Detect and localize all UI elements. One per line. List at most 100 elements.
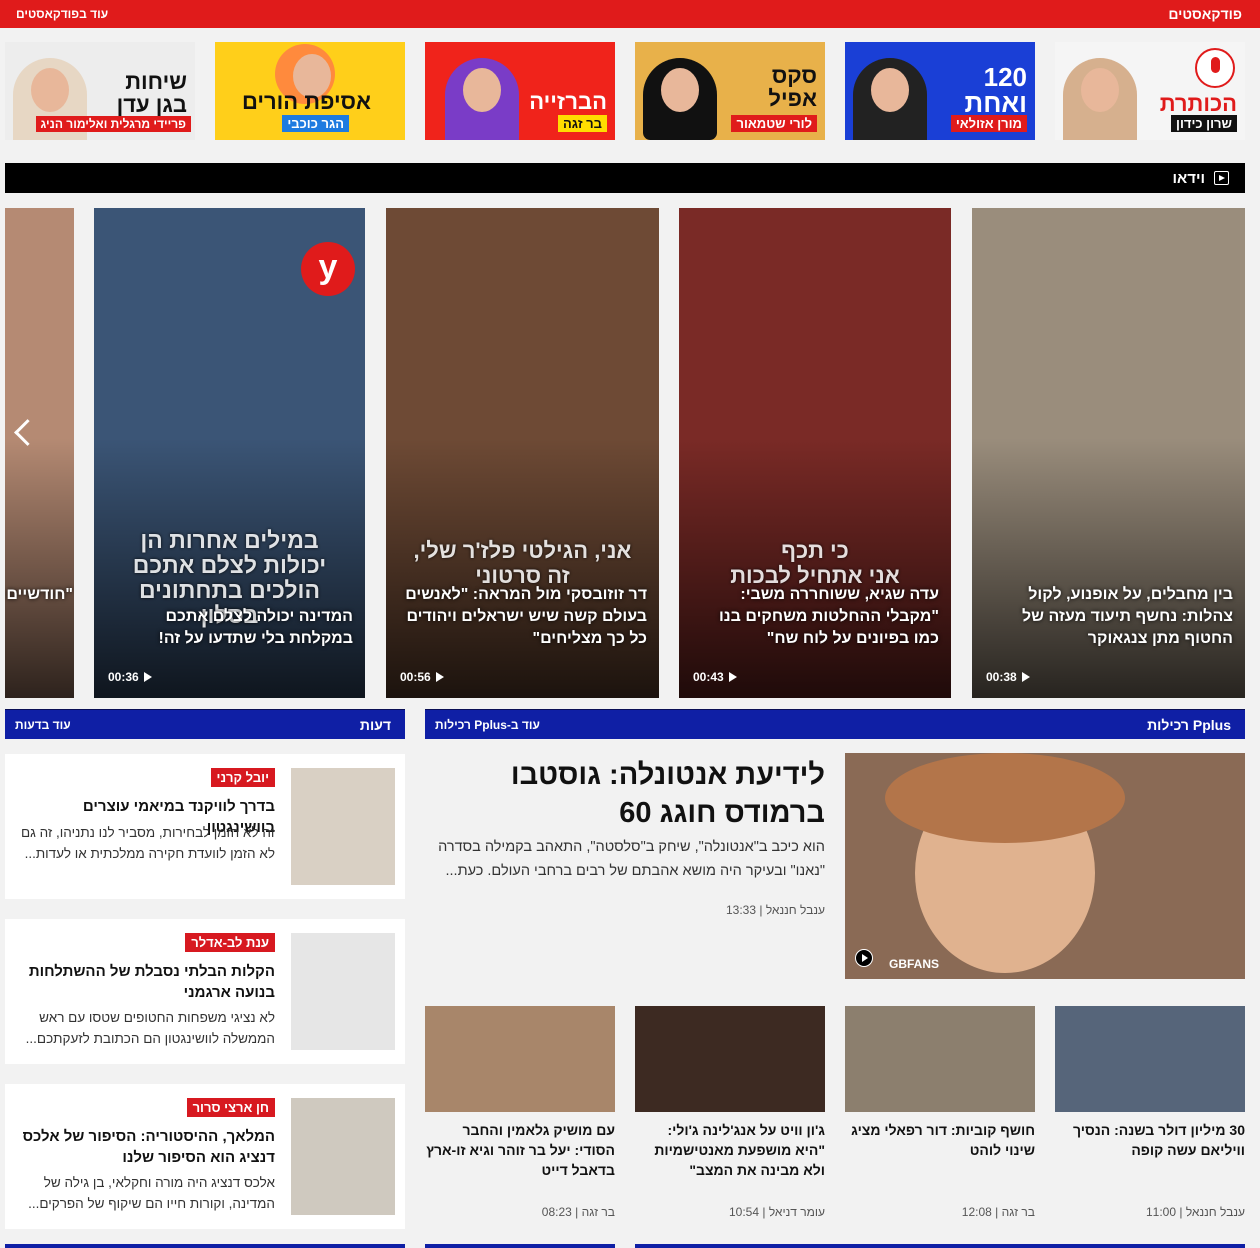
video-caption: בין מחבלים, על אופנוע, לקול צהלות: נחשף …	[1022, 586, 1233, 647]
opinion-excerpt: זה לא הזמן לבחירות, מסביר לנו נתניהו, זה…	[21, 825, 275, 861]
author-badge[interactable]: חן ארצי סרור	[186, 1098, 275, 1117]
podcast-host: שרון כידון	[1171, 115, 1237, 132]
main-story-title[interactable]: לידיעת אנטונלה: גוסטבו ברמודס חוגג 60	[425, 756, 825, 832]
video-duration: 00:38	[986, 670, 1030, 684]
gossip-image	[425, 1006, 615, 1112]
podcasts-title[interactable]: פודקאסטים	[1168, 6, 1242, 22]
gossip-meta: בר זגה | 08:23	[541, 1205, 615, 1219]
opinion-excerpt: לא נציגי משפחות החטופים שטסו עם ראש הממש…	[25, 1010, 275, 1046]
gossip-meta: בר זגה | 12:08	[961, 1205, 1035, 1219]
opinions-title[interactable]: דעות	[360, 717, 391, 733]
podcast-host: לורי שטמאור	[731, 115, 817, 132]
video-duration: 00:36	[108, 670, 152, 684]
video-caption: "חודשיים שאני ב... צריכה ל...	[5, 586, 73, 603]
story-author: בר זגה	[581, 1205, 615, 1219]
author-badge[interactable]: יובל קרני	[210, 768, 275, 787]
gossip-title: עם מושיק גלאמין והחבר הסודי: יעל בר זוהר…	[426, 1122, 615, 1178]
gossip-meta: ענבל חננאל | 11:00	[1145, 1205, 1245, 1219]
author-photo	[291, 933, 395, 1050]
video-play-icon[interactable]	[855, 949, 873, 967]
section-divider	[635, 1244, 1245, 1248]
story-time: 12:08	[961, 1205, 992, 1219]
story-author: בר זגה	[1001, 1205, 1035, 1219]
main-story-meta: ענבל חננאל | 13:33	[725, 903, 825, 917]
gossip-card[interactable]: עם מושיק גלאמין והחבר הסודי: יעל בר זוהר…	[425, 1006, 615, 1220]
main-story[interactable]: GBFANS לידיעת אנטונלה: גוסטבו ברמודס חוג…	[425, 753, 1245, 979]
podcast-title: סקס אפיל	[768, 63, 817, 111]
ynet-logo-icon: y	[301, 242, 355, 296]
story-time: 08:23	[541, 1205, 572, 1219]
more-podcasts-link[interactable]: עוד בפודקאסטים	[16, 7, 108, 21]
podcast-card[interactable]: אסיפת הורים הגר כוכבי	[215, 42, 405, 140]
opinion-title: הקלות הבלתי נסבלת של ההשתלחות בנועה ארגמ…	[28, 963, 275, 1001]
microphone-icon	[1195, 48, 1235, 88]
video-caption: המדינה יכולה לצלם אתכם במקלחת בלי שתדעו …	[158, 608, 353, 647]
podcast-card[interactable]: סקס אפיל לורי שטמאור	[635, 42, 825, 140]
podcasts-header: פודקאסטים עוד בפודקאסטים	[0, 0, 1260, 28]
video-card[interactable]: y במילים אחרות הן יכולות לצלם אתכם הולכי…	[94, 208, 365, 698]
gossip-title: 30 מיליון דולר בשנה: הנסיך וויליאם עשה ק…	[1072, 1122, 1245, 1158]
video-card[interactable]: בין מחבלים, על אופנוע, לקול צהלות: נחשף …	[972, 208, 1245, 698]
video-card[interactable]: "חודשיים שאני ב... צריכה ל...	[5, 208, 74, 698]
video-card[interactable]: אני, הגילטי פלז'ר שלי, זה סרטוני דר זוזו…	[386, 208, 659, 698]
gossip-title: ג'ון וויט על אנג'לינה ג'ולי: "היא מושפעת…	[654, 1122, 825, 1178]
story-time: 10:54	[728, 1205, 760, 1219]
story-time: 11:00	[1145, 1205, 1177, 1219]
podcast-card[interactable]: שיחות בגן עדן פריידי מרגלית ואלימור הניג	[5, 42, 195, 140]
opinion-title: המלאך, ההיסטוריה: הסיפור של אלכס דנציג ה…	[22, 1128, 275, 1166]
video-title[interactable]: וידאו	[1172, 170, 1205, 187]
more-pplus-link[interactable]: עוד ב-Pplus רכילות	[435, 718, 540, 732]
opinion-excerpt: אלכס דנציג היה מורה וחקלאי, בן גילה של ה…	[28, 1175, 275, 1211]
carousel-prev-arrow-icon[interactable]	[12, 418, 36, 448]
gossip-image	[1055, 1006, 1245, 1112]
opinion-card[interactable]: ענת לב-אדלר הקלות הבלתי נסבלת של ההשתלחו…	[5, 919, 405, 1064]
section-divider	[5, 1244, 405, 1248]
video-header: וידאו	[5, 163, 1245, 193]
podcast-title: 120 ואחת	[964, 62, 1027, 118]
podcast-host: פריידי מרגלית ואלימור הניג	[35, 116, 191, 132]
opinions-header: דעות עוד בדעות	[5, 709, 405, 739]
host-photo	[445, 58, 519, 140]
section-divider	[425, 1244, 615, 1248]
opinion-card[interactable]: יובל קרני בדרך לוויקנד במיאמי עוצרים בוו…	[5, 754, 405, 899]
video-card[interactable]: כי תכף אני אתחיל לבכות עדה שגיא, ששוחררה…	[679, 208, 951, 698]
main-story-image[interactable]: GBFANS	[845, 753, 1245, 979]
gossip-meta: עומר דניאל | 10:54	[728, 1205, 825, 1219]
story-author: עומר דניאל	[768, 1205, 825, 1219]
gossip-card[interactable]: ג'ון וויט על אנג'לינה ג'ולי: "היא מושפעת…	[635, 1006, 825, 1220]
story-author: ענבל חננאל	[765, 903, 825, 917]
video-caption: עדה שגיא, ששוחררה משבי: "מקבלי ההחלטות מ…	[718, 586, 939, 647]
watermark: GBFANS	[889, 957, 940, 971]
podcast-host: בר זגה	[557, 115, 607, 132]
pplus-title[interactable]: Pplus רכילות	[1147, 717, 1231, 733]
podcast-title: הברזייה	[529, 89, 607, 114]
podcasts-row: הכותרת שרון כידון 120 ואחת מורן אזולאי ס…	[5, 42, 1245, 142]
story-time: 13:33	[725, 903, 757, 917]
video-duration: 00:43	[693, 670, 737, 684]
main-story-excerpt: הוא כיכב ב"אנטונלה", שיחק ב"סלסטה", התאה…	[438, 839, 825, 879]
podcast-host: מורן אזולאי	[950, 115, 1027, 132]
podcast-title: הכותרת	[1159, 91, 1237, 116]
video-subtitle-overlay: כי תכף אני אתחיל לבכות	[730, 538, 900, 588]
author-photo	[291, 768, 395, 885]
gossip-image	[845, 1006, 1035, 1112]
podcast-card[interactable]: הברזייה בר זגה	[425, 42, 615, 140]
author-badge[interactable]: ענת לב-אדלר	[185, 933, 275, 952]
opinion-card[interactable]: חן ארצי סרור המלאך, ההיסטוריה: הסיפור של…	[5, 1084, 405, 1229]
gossip-card[interactable]: 30 מיליון דולר בשנה: הנסיך וויליאם עשה ק…	[1055, 1006, 1245, 1220]
story-author: ענבל חננאל	[1185, 1205, 1245, 1219]
video-caption: דר זוזובסקי מול המראה: "לאנשים בעולם קשה…	[405, 586, 647, 647]
more-opinions-link[interactable]: עוד בדעות	[15, 718, 71, 732]
video-duration: 00:56	[400, 670, 444, 684]
podcast-title: אסיפת הורים	[241, 89, 371, 114]
pplus-header: Pplus רכילות עוד ב-Pplus רכילות	[425, 709, 1245, 739]
author-photo	[291, 1098, 395, 1215]
podcast-card[interactable]: 120 ואחת מורן אזולאי	[845, 42, 1035, 140]
podcast-title: שיחות בגן עדן	[116, 69, 187, 117]
video-subtitle-overlay: אני, הגילטי פלז'ר שלי, זה סרטוני	[413, 538, 632, 588]
play-icon	[1214, 171, 1229, 185]
podcast-card[interactable]: הכותרת שרון כידון	[1055, 42, 1245, 140]
gossip-card[interactable]: חושף קוביות: דור רפאלי מציג שינוי לוהט ב…	[845, 1006, 1035, 1220]
bunny-mask-icon	[643, 58, 717, 140]
gossip-title: חושף קוביות: דור רפאלי מציג שינוי לוהט	[851, 1122, 1035, 1158]
